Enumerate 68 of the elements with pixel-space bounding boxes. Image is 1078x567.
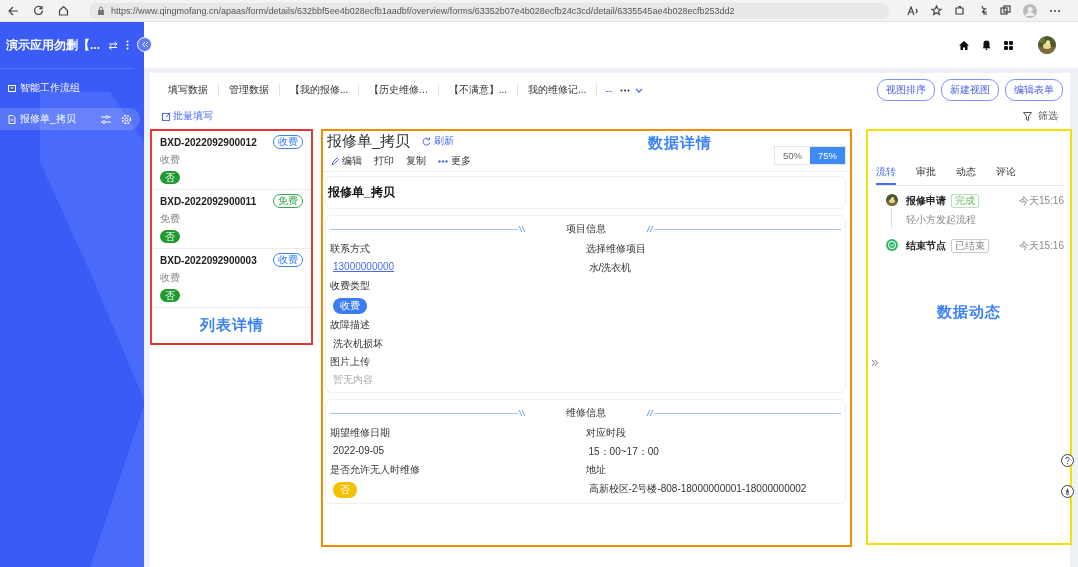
step-title: 结束节点	[906, 239, 946, 253]
form-title: 报修单_拷贝	[325, 176, 846, 209]
record-id: BXD-2022092900003	[160, 254, 257, 266]
value-pill: 收费	[333, 298, 367, 314]
field-label: 选择维修项目	[585, 242, 646, 256]
field-label: 图片上传	[330, 355, 370, 369]
view-tab[interactable]: --	[597, 84, 621, 96]
view-tab[interactable]: 管理数据	[219, 84, 280, 96]
section-title: 维修信息	[564, 406, 607, 420]
view-tab[interactable]: 填写数据	[158, 84, 219, 96]
app-title: 演示应用勿删【...	[6, 36, 100, 54]
status-pill: 否	[160, 171, 180, 184]
action-button[interactable]: 打印	[374, 154, 394, 168]
fee-type: 收费	[160, 271, 181, 285]
flow-tab[interactable]: 评论	[996, 161, 1016, 185]
action-button[interactable]: 编辑	[331, 154, 362, 168]
status-tag: 已结束	[951, 239, 989, 253]
record-id: BXD-2022092900011	[160, 195, 257, 207]
record-item[interactable]: BXD-2022092900003 收费 收费 否	[152, 249, 311, 308]
status-tag: 完成	[951, 194, 979, 208]
filter-button[interactable]: 筛选	[1023, 109, 1058, 123]
status-pill: 否	[160, 230, 180, 243]
flow-tab[interactable]: 动态	[956, 161, 976, 185]
annotation-label: 数据详情	[648, 134, 712, 153]
field-value: 15：00~17：00	[587, 445, 659, 459]
field-label: 联系方式	[330, 242, 370, 256]
field-label: 是否允许无人时维修	[330, 463, 420, 477]
field-label: 故障描述	[330, 318, 370, 332]
field-value: 水/洗衣机	[587, 261, 632, 275]
fee-type: 收费	[160, 153, 181, 167]
action-button[interactable]: 更多	[438, 154, 471, 168]
step-time: 今天15:16	[1018, 239, 1064, 253]
view-tab[interactable]: 【不满意】...	[438, 84, 519, 96]
step-note: 轻小方发起流程	[906, 213, 977, 227]
step-title: 报修申请	[906, 194, 946, 208]
field-label: 期望维修日期	[330, 426, 390, 440]
nav-item[interactable]: 智能工作流组	[0, 77, 140, 99]
record-item[interactable]: BXD-2022092900012 收费 收费 否	[152, 131, 311, 190]
action-button[interactable]: 复制	[406, 154, 426, 168]
field-value: 洗衣机损坏	[332, 337, 383, 351]
view-button[interactable]: 视图排序	[877, 79, 935, 101]
phone-link[interactable]: 13000000000	[330, 261, 395, 272]
fee-type: 免费	[160, 212, 181, 226]
value-pill: 否	[333, 482, 357, 498]
field-value: 高新校区-2号楼-808-18000000001-18000000002	[587, 482, 807, 496]
record-item[interactable]: BXD-2022092900011 免费 免费 否	[152, 190, 311, 249]
flow-tab[interactable]: 审批	[916, 161, 936, 185]
field-label: 对应时段	[585, 426, 626, 440]
empty-value: 暂无内容	[332, 374, 373, 387]
step-time: 今天15:16	[1018, 194, 1064, 208]
view-button[interactable]: 编辑表单	[1005, 79, 1063, 101]
view-button[interactable]: 新建视图	[941, 79, 999, 101]
batch-fill-link[interactable]: 批量填写	[173, 109, 213, 123]
view-tab[interactable]: 我的维修记...	[518, 84, 598, 96]
address-bar[interactable]: https://www.qingmofang.cn/apaas/form/details/632bbf5ee4b028ecfb1aadbf/overview/forms/63352b07e4b028ecfb24c3cd/detail/6335545ae4b028ecfb253dd2	[89, 2, 889, 19]
field-label: 地址	[585, 463, 606, 477]
view-tab[interactable]: 【历史维修...	[359, 84, 439, 96]
status-pill: 否	[160, 289, 180, 302]
section-title: 项目信息	[564, 222, 607, 236]
refresh-button[interactable]: 刷新	[422, 134, 455, 148]
field-label: 收费类型	[330, 279, 370, 293]
flow-tab[interactable]: 流转	[876, 161, 896, 185]
record-title: 报修单_拷贝	[327, 131, 411, 151]
view-tab[interactable]: 【我的报修...	[280, 84, 360, 96]
field-value: 2022-09-05	[332, 445, 385, 456]
annotation-label: 数据动态	[936, 303, 1002, 322]
record-id: BXD-2022092900012	[160, 136, 257, 148]
annotation-label: 列表详情	[199, 316, 264, 335]
